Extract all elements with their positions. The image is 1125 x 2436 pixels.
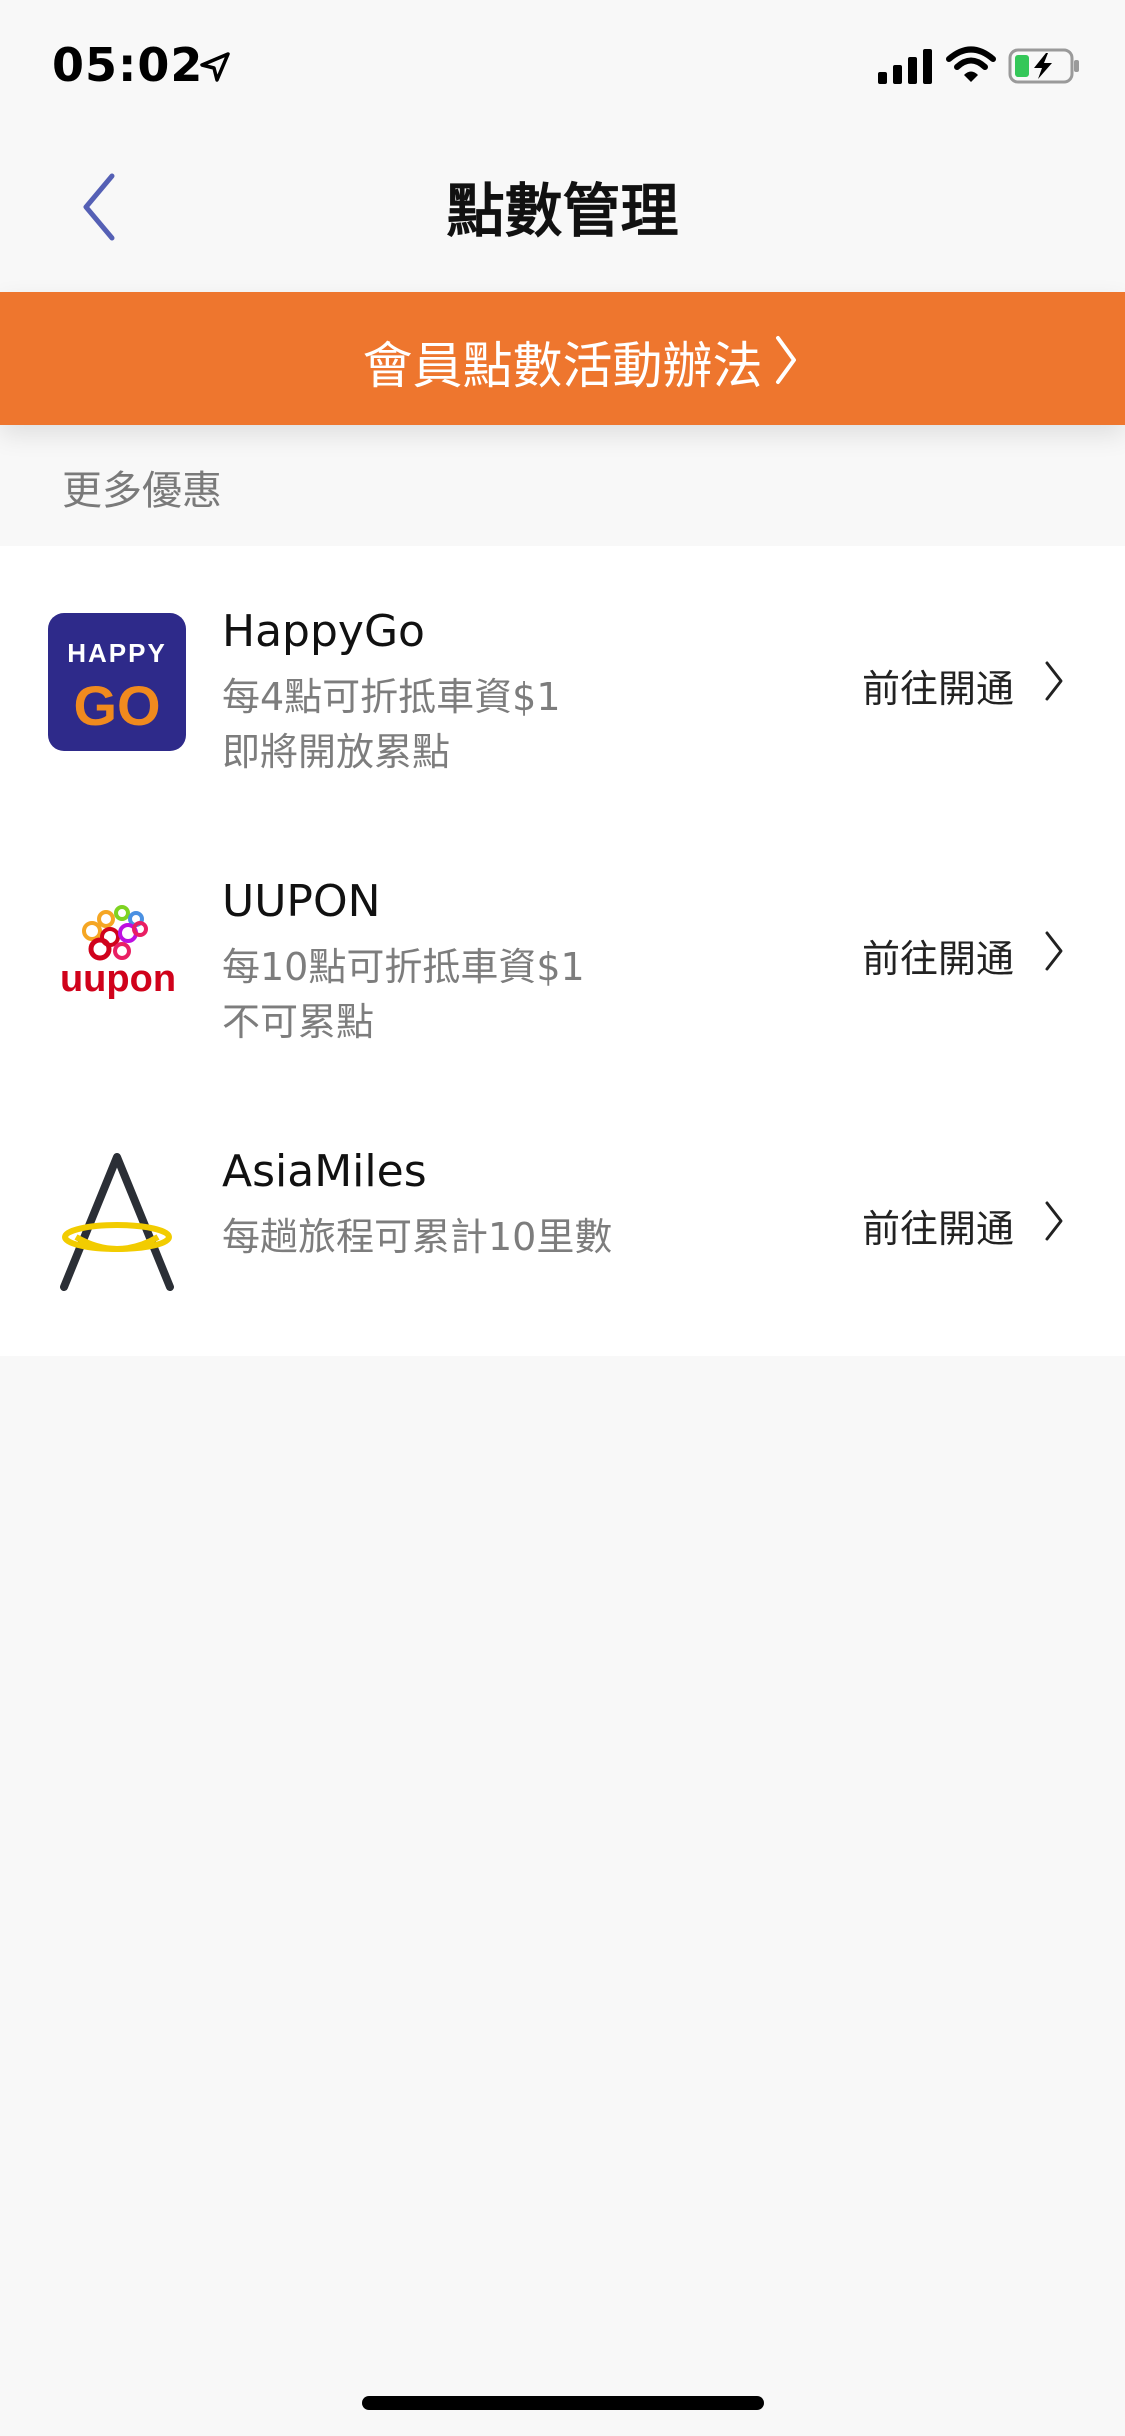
list-item-asiamiles[interactable]: AsiaMiles 每趟旅程可累計10里數 前往開通 bbox=[0, 1086, 1125, 1356]
svg-text:HAPPY: HAPPY bbox=[67, 638, 167, 668]
page-title: 點數管理 bbox=[446, 177, 679, 245]
section-title: 更多優惠 bbox=[62, 468, 222, 514]
activate-link[interactable]: 前往開通 bbox=[862, 1198, 1014, 1253]
wifi-icon bbox=[946, 46, 996, 82]
cellular-signal-icon bbox=[878, 49, 932, 84]
chevron-right-icon bbox=[1045, 661, 1063, 701]
program-rate: 每10點可折抵車資$1 bbox=[222, 945, 585, 989]
location-arrow-icon bbox=[200, 52, 230, 82]
svg-text:GO: GO bbox=[73, 674, 160, 737]
chevron-right-icon bbox=[1045, 931, 1063, 971]
chevron-right-icon bbox=[776, 336, 796, 384]
chevron-right-icon bbox=[1045, 1201, 1063, 1241]
program-note: 即將開放累點 bbox=[222, 730, 451, 774]
list-item-uupon[interactable]: uupon UUPON 每10點可折抵車資$1 不可累點 前往開通 bbox=[0, 816, 1125, 1086]
program-name: UUPON bbox=[222, 876, 381, 927]
battery-charging-icon bbox=[1008, 48, 1079, 84]
home-indicator[interactable] bbox=[362, 2396, 764, 2410]
list-item-happygo[interactable]: HAPPY GO HappyGo 每4點可折抵車資$1 即將開放累點 前往開通 bbox=[0, 546, 1125, 816]
program-rate: 每趟旅程可累計10里數 bbox=[222, 1215, 613, 1259]
status-time: 05:02 bbox=[52, 38, 204, 92]
activate-link[interactable]: 前往開通 bbox=[862, 928, 1014, 983]
status-bar: 05:02 bbox=[0, 0, 1125, 132]
program-name: HappyGo bbox=[222, 606, 425, 657]
program-note: 不可累點 bbox=[222, 1000, 375, 1044]
asiamiles-logo bbox=[60, 1153, 174, 1291]
happygo-logo: HAPPY GO bbox=[48, 613, 186, 751]
program-list: HAPPY GO HappyGo 每4點可折抵車資$1 即將開放累點 前往開通 … bbox=[0, 546, 1125, 1356]
svg-text:uupon: uupon bbox=[60, 958, 176, 1000]
uupon-logo: uupon bbox=[60, 905, 176, 1000]
banner-label: 會員點數活動辦法 bbox=[362, 337, 763, 395]
program-name: AsiaMiles bbox=[222, 1146, 427, 1197]
program-rate: 每4點可折抵車資$1 bbox=[222, 675, 561, 719]
member-points-rules-banner[interactable]: 會員點數活動辦法 bbox=[0, 292, 1125, 425]
nav-bar: 點數管理 bbox=[0, 132, 1125, 292]
activate-link[interactable]: 前往開通 bbox=[862, 658, 1014, 713]
